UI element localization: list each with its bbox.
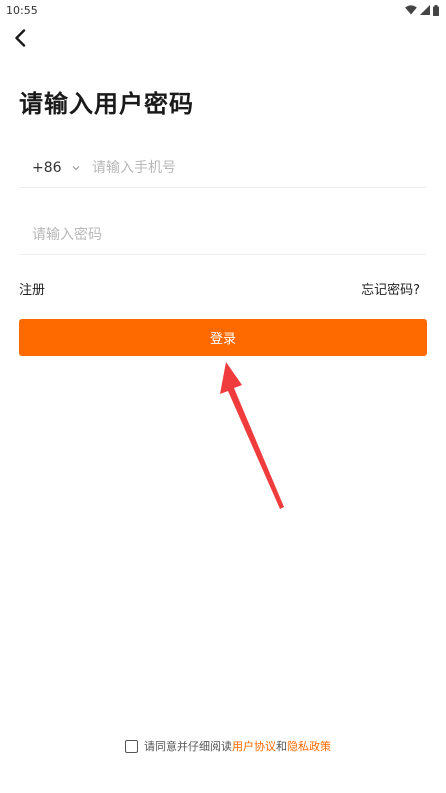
agreement-and: 和: [276, 740, 287, 753]
password-row: [19, 215, 427, 255]
phone-row: +86: [19, 148, 427, 188]
signal-icon: [420, 5, 430, 15]
back-button[interactable]: [8, 28, 32, 52]
agreement-prefix: 请同意并仔细阅读: [144, 740, 232, 753]
chevron-left-icon: [13, 29, 27, 51]
forgot-password-link[interactable]: 忘记密码?: [361, 279, 420, 298]
battery-icon: [433, 4, 439, 16]
login-page: 10:55 请输入用户密码 +86 注册 忘记: [0, 0, 446, 793]
privacy-policy-link[interactable]: 隐私政策: [287, 738, 331, 754]
agree-checkbox[interactable]: [125, 739, 138, 753]
country-code-label: +86: [32, 159, 62, 176]
wifi-icon: [405, 5, 417, 15]
status-bar: 10:55: [0, 0, 446, 20]
country-code-selector[interactable]: +86: [19, 160, 92, 176]
agreement-row: 请同意并仔细阅读 用户协议 和 隐私政策: [125, 738, 331, 754]
register-link[interactable]: 注册: [19, 279, 45, 298]
page-title: 请输入用户密码: [19, 90, 194, 118]
login-button[interactable]: 登录: [19, 319, 427, 356]
password-input[interactable]: [32, 219, 427, 250]
status-icons: [405, 4, 439, 16]
annotation-arrow: [220, 362, 284, 509]
chevron-down-icon: [72, 165, 80, 171]
user-agreement-link[interactable]: 用户协议: [232, 738, 276, 754]
phone-input[interactable]: [92, 152, 427, 183]
status-time: 10:55: [6, 3, 38, 17]
